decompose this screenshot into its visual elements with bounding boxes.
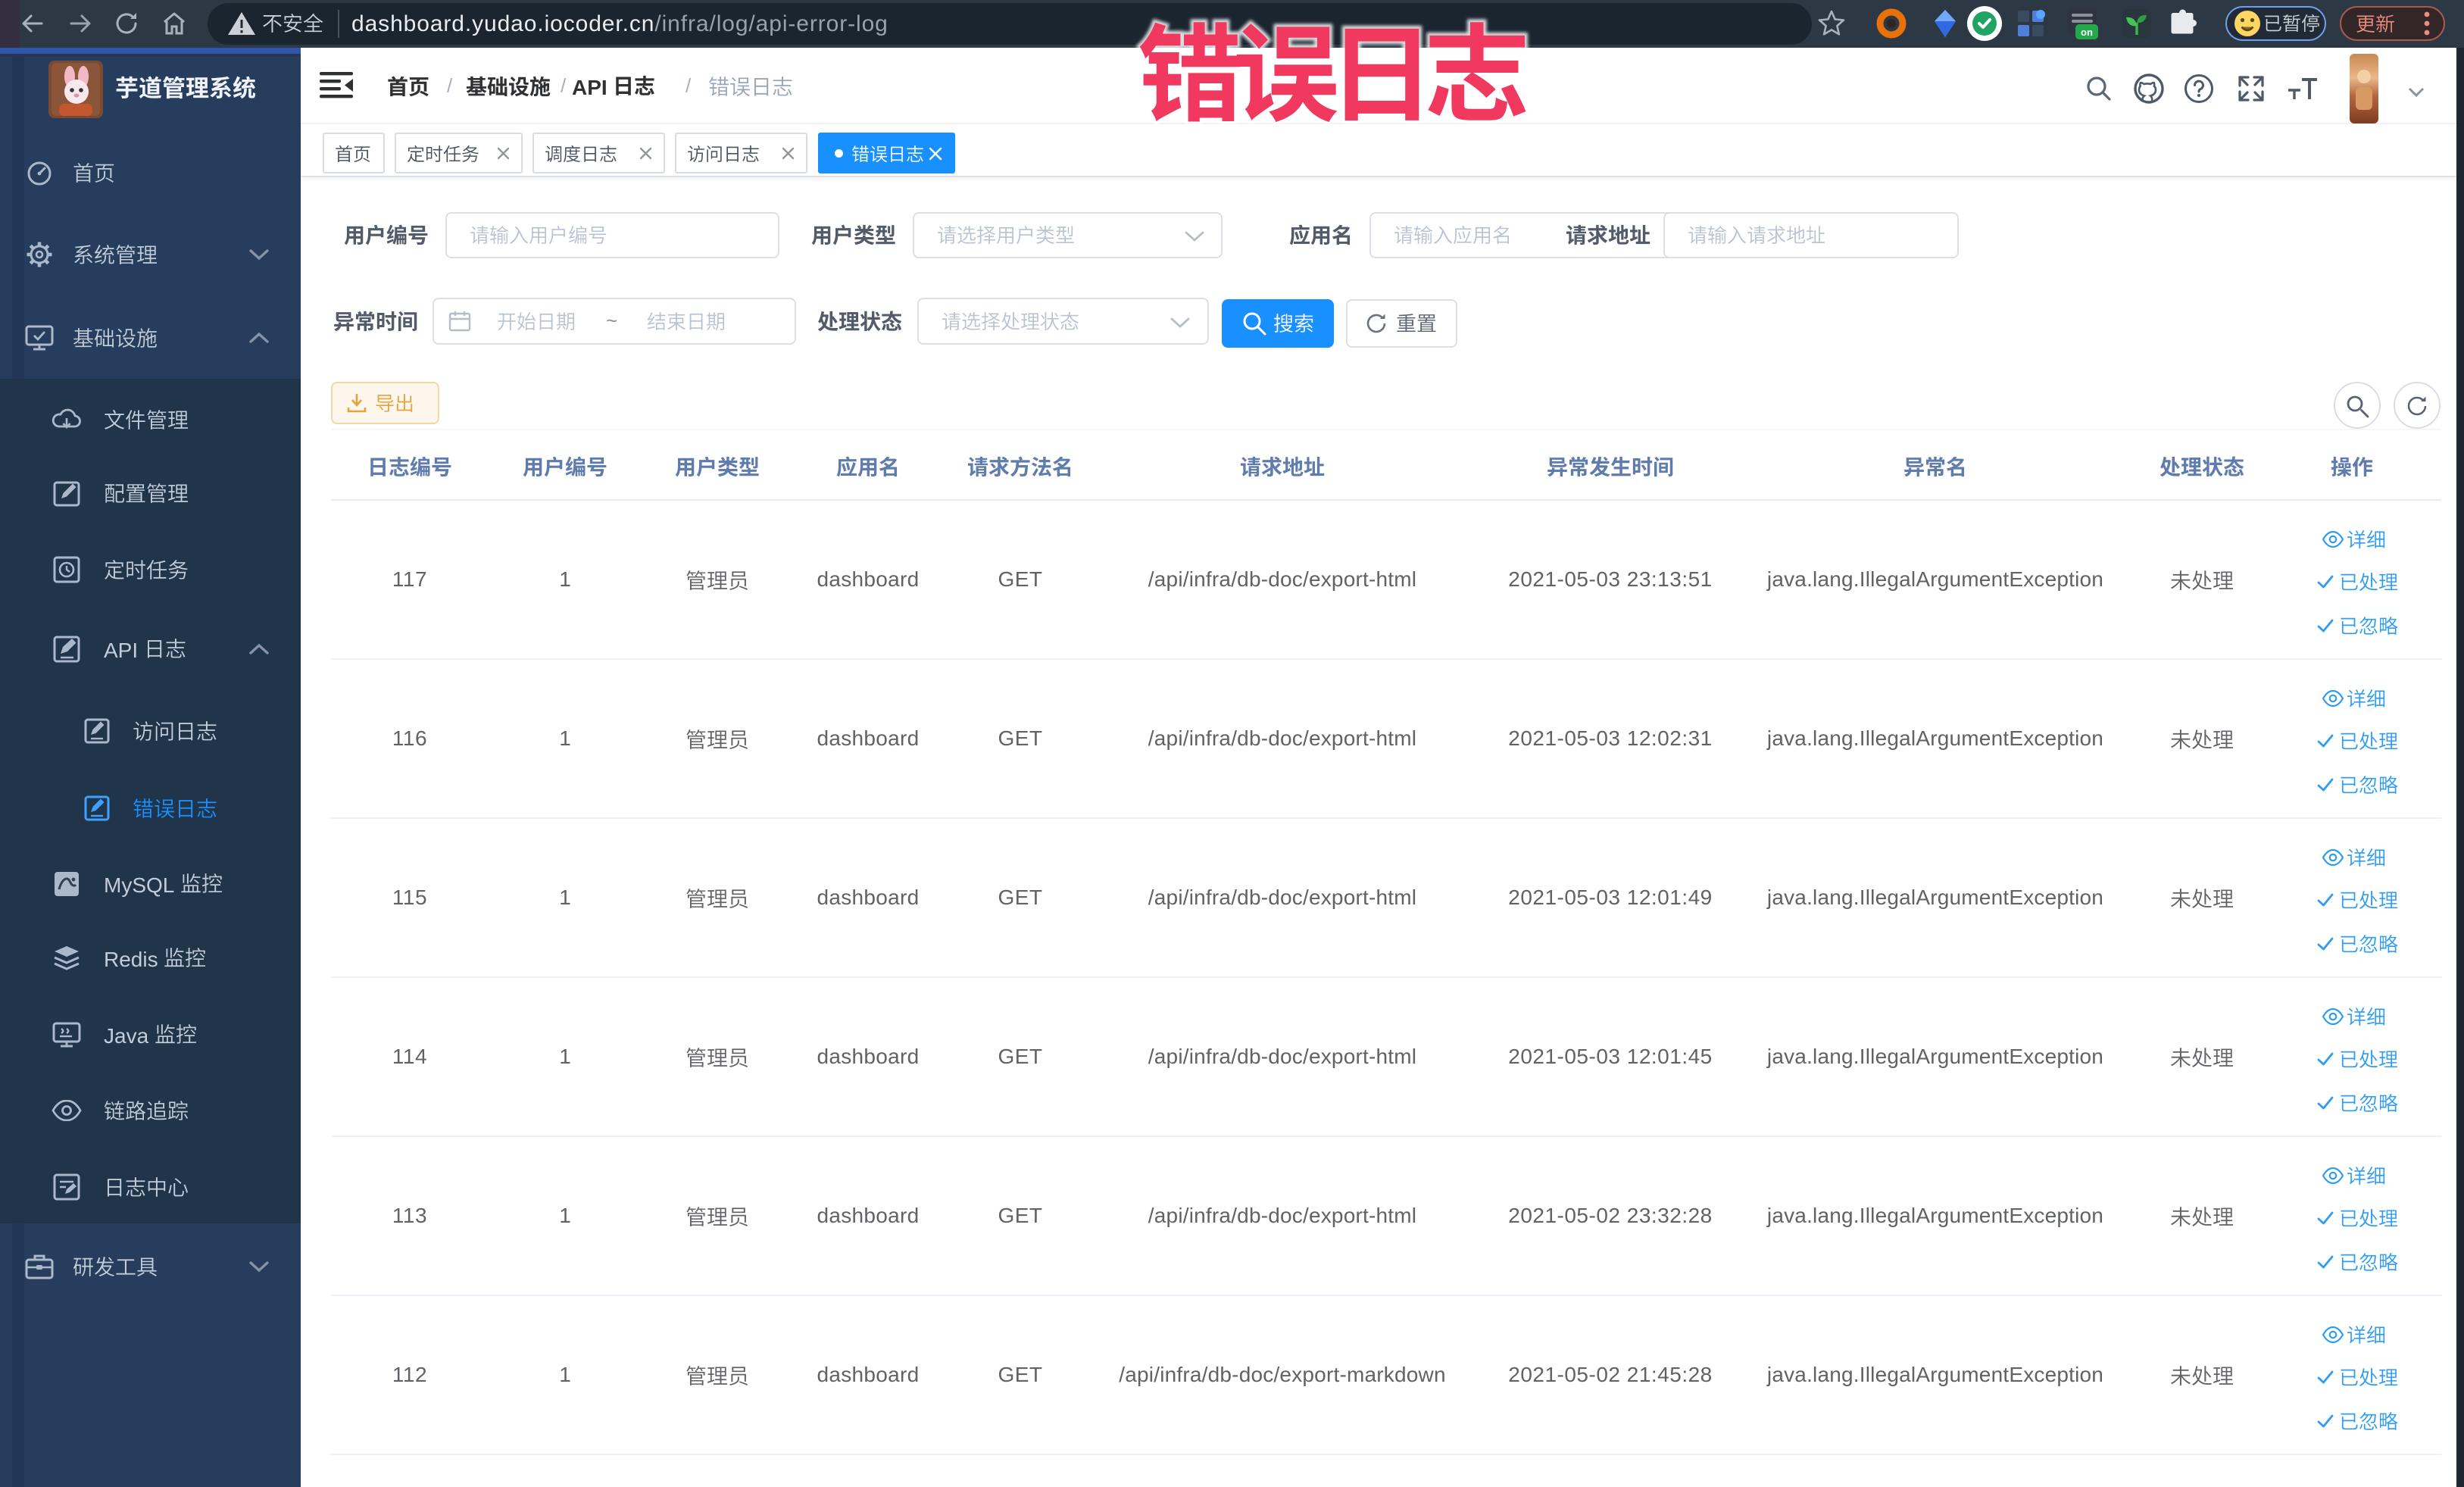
svg-text:on: on bbox=[2081, 27, 2093, 38]
